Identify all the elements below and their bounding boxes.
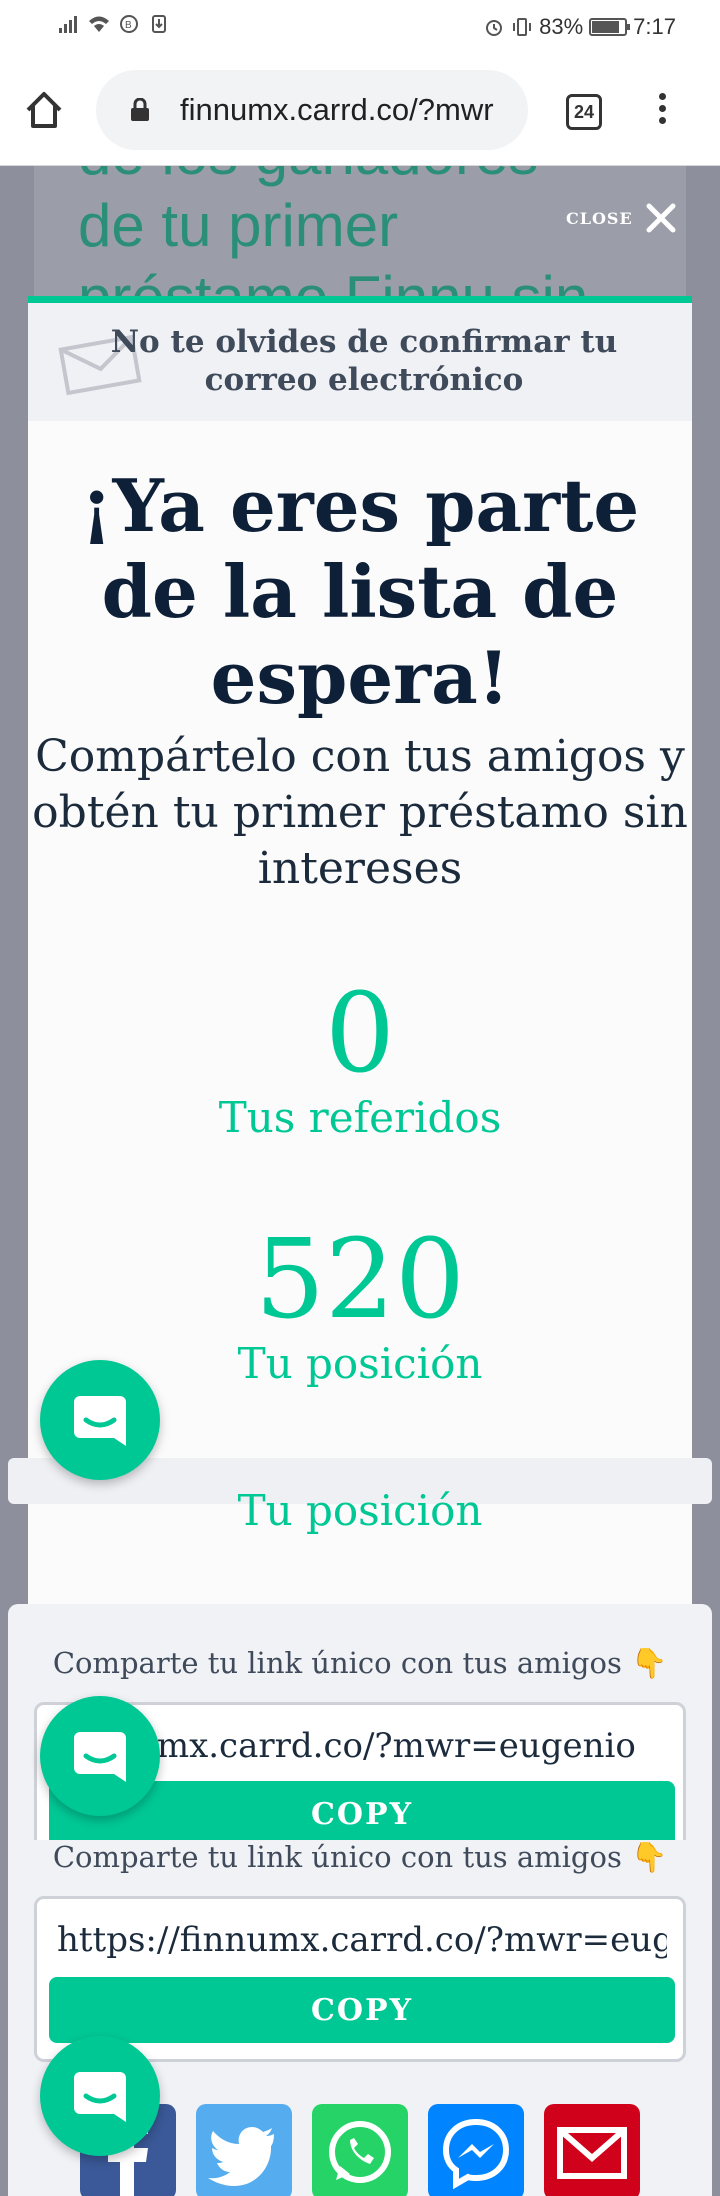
battery-percent: 83% — [539, 14, 584, 39]
messenger-share-button[interactable] — [428, 2104, 524, 2196]
wifi-icon — [89, 16, 109, 32]
chat-icon — [74, 2072, 126, 2122]
confirm-email-banner: No te olvides de confirmar tu correo ele… — [28, 303, 692, 421]
close-icon[interactable] — [645, 202, 677, 234]
chat-launcher-button[interactable] — [40, 1696, 160, 1816]
address-bar[interactable]: finnumx.carrd.co/?mwr — [96, 70, 528, 150]
share-title: Comparte tu link único con tus amigos 👇 — [52, 1646, 668, 1680]
share-link-input[interactable] — [57, 1915, 667, 1965]
tab-switcher-button[interactable]: 24 — [566, 94, 602, 130]
waitlist-headline: ¡Ya eres parte de la lista de espera! — [80, 463, 640, 720]
copy-button[interactable]: COPY — [49, 1977, 675, 2043]
overflow-menu-icon[interactable] — [652, 90, 672, 130]
whatsapp-share-button[interactable] — [312, 2104, 408, 2196]
position-count: 520 — [255, 1215, 465, 1343]
share-subtext: Compártelo con tus amigos y obtén tu pri… — [32, 731, 688, 894]
battery-icon — [589, 18, 631, 36]
email-share-button[interactable] — [544, 2104, 640, 2196]
alarm-icon — [486, 20, 503, 36]
vibrate-icon — [513, 18, 532, 36]
url-text[interactable]: finnumx.carrd.co/?mwr — [180, 92, 494, 128]
chat-launcher-button[interactable] — [40, 1360, 160, 1480]
chat-icon — [74, 1396, 126, 1446]
chat-launcher-button[interactable] — [40, 2036, 160, 2156]
whatsapp-icon — [329, 2121, 391, 2183]
messenger-icon — [442, 2118, 510, 2190]
close-button[interactable]: CLOSE — [566, 200, 677, 236]
share-link-box: COPY — [34, 1896, 686, 2062]
confirm-email-text: No te olvides de confirmar tu correo ele… — [110, 324, 618, 398]
signal-icon — [59, 16, 77, 33]
referrals-label: Tus referidos — [218, 1093, 502, 1142]
home-icon[interactable] — [22, 88, 66, 132]
clock: 7:17 — [633, 14, 676, 39]
svg-text:B: B — [125, 20, 132, 31]
twitter-icon — [208, 2127, 274, 2186]
referrals-count: 0 — [325, 969, 395, 1097]
position-label-partial: Tu posición — [237, 1490, 483, 1535]
chat-icon — [74, 1732, 126, 1782]
browser-toolbar: finnumx.carrd.co/?mwr 24 — [0, 54, 720, 166]
email-icon — [557, 2127, 627, 2179]
twitter-share-button[interactable] — [196, 2104, 292, 2196]
share-title: Comparte tu link único con tus amigos 👇 — [52, 1840, 668, 1874]
download-icon — [152, 15, 166, 33]
data-saver-icon: B — [120, 15, 138, 33]
status-bar: B 83% 7:17 — [0, 0, 720, 54]
lock-icon — [131, 98, 149, 121]
close-label: CLOSE — [566, 208, 633, 228]
